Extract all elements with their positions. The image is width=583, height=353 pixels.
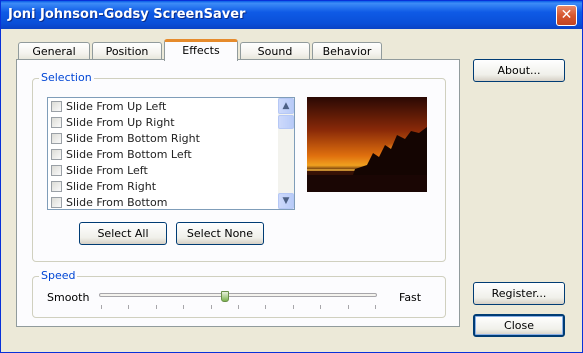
close-button[interactable]: Close [473, 314, 565, 337]
effect-checkbox[interactable] [51, 133, 62, 144]
tab-position[interactable]: Position [92, 42, 162, 60]
screensaver-window: Joni Johnson-Godsy ScreenSaver ✕ General… [0, 0, 583, 353]
speed-slider-tick [183, 305, 185, 309]
close-icon: ✕ [560, 7, 573, 23]
speed-group-label: Speed [39, 269, 78, 282]
speed-slider-tick [238, 305, 239, 309]
effects-list[interactable]: Slide From Up Left Slide From Up Right S… [47, 97, 295, 210]
chevron-down-icon: ▼ [282, 196, 290, 206]
effect-item-label: Slide From Right [66, 180, 157, 193]
select-none-button[interactable]: Select None [176, 222, 264, 245]
selection-group: Selection Slide From Up Left Slide From … [32, 71, 446, 262]
effect-item-label: Slide From Left [66, 164, 148, 177]
speed-slider-tick [375, 305, 376, 309]
effect-item-slide-bottom-right[interactable]: Slide From Bottom Right [51, 131, 275, 147]
chevron-up-icon: ▲ [282, 101, 290, 111]
effect-item-slide-up-left[interactable]: Slide From Up Left [51, 99, 275, 115]
effect-item-slide-up-right[interactable]: Slide From Up Right [51, 115, 275, 131]
sunset-picture [307, 97, 427, 192]
select-all-button[interactable]: Select All [79, 222, 167, 245]
effect-item-slide-left[interactable]: Slide From Left [51, 163, 275, 179]
scroll-up-button[interactable]: ▲ [278, 98, 294, 114]
speed-slider-tick [347, 305, 349, 309]
window-title: Joni Johnson-Godsy ScreenSaver [8, 7, 246, 22]
effect-item-slide-right[interactable]: Slide From Right [51, 179, 275, 195]
effects-panel: Selection Slide From Up Left Slide From … [16, 59, 460, 327]
speed-slider-tick [128, 305, 130, 309]
effect-checkbox[interactable] [51, 117, 62, 128]
effect-checkbox[interactable] [51, 101, 62, 112]
speed-slider-tick [320, 305, 322, 309]
effect-item-label: Slide From Bottom Left [66, 148, 192, 161]
effect-item-slide-bottom[interactable]: Slide From Bottom [51, 195, 275, 209]
speed-slider-tick [265, 305, 267, 309]
effect-checkbox[interactable] [51, 165, 62, 176]
dialog-client-area: General Position Effects Sound Behavior … [4, 29, 579, 350]
effect-item-slide-bottom-left[interactable]: Slide From Bottom Left [51, 147, 275, 163]
speed-slider-thumb[interactable] [221, 291, 230, 302]
speed-slider-tick [101, 305, 102, 309]
speed-max-label: Fast [399, 291, 422, 304]
window-close-button[interactable]: ✕ [556, 5, 577, 26]
title-bar[interactable]: Joni Johnson-Godsy ScreenSaver ✕ [1, 1, 582, 29]
tab-behavior[interactable]: Behavior [312, 42, 382, 60]
scroll-down-button[interactable]: ▼ [278, 193, 294, 209]
effect-item-label: Slide From Up Left [66, 100, 167, 113]
effect-item-label: Slide From Bottom [66, 196, 168, 209]
effect-item-label: Slide From Up Right [66, 116, 175, 129]
effects-list-scrollbar[interactable]: ▲ ▼ [278, 98, 294, 209]
about-button[interactable]: About... [473, 59, 565, 82]
speed-slider-tick [292, 305, 294, 309]
tab-general[interactable]: General [18, 42, 90, 60]
speed-slider-tick [155, 305, 157, 309]
speed-slider-track[interactable] [99, 293, 377, 297]
scroll-thumb[interactable] [278, 115, 294, 129]
speed-slider-tick [210, 305, 212, 309]
effect-checkbox[interactable] [51, 149, 62, 160]
speed-group: Speed Smooth Fast [32, 269, 446, 318]
effect-checkbox[interactable] [51, 197, 62, 208]
tab-effects[interactable]: Effects [164, 39, 238, 61]
selection-group-label: Selection [39, 71, 94, 84]
register-button[interactable]: Register... [473, 282, 565, 305]
speed-min-label: Smooth [47, 291, 90, 304]
effect-item-label: Slide From Bottom Right [66, 132, 200, 145]
sunset-preview-image [307, 97, 427, 192]
tab-sound[interactable]: Sound [240, 42, 310, 60]
effect-checkbox[interactable] [51, 181, 62, 192]
